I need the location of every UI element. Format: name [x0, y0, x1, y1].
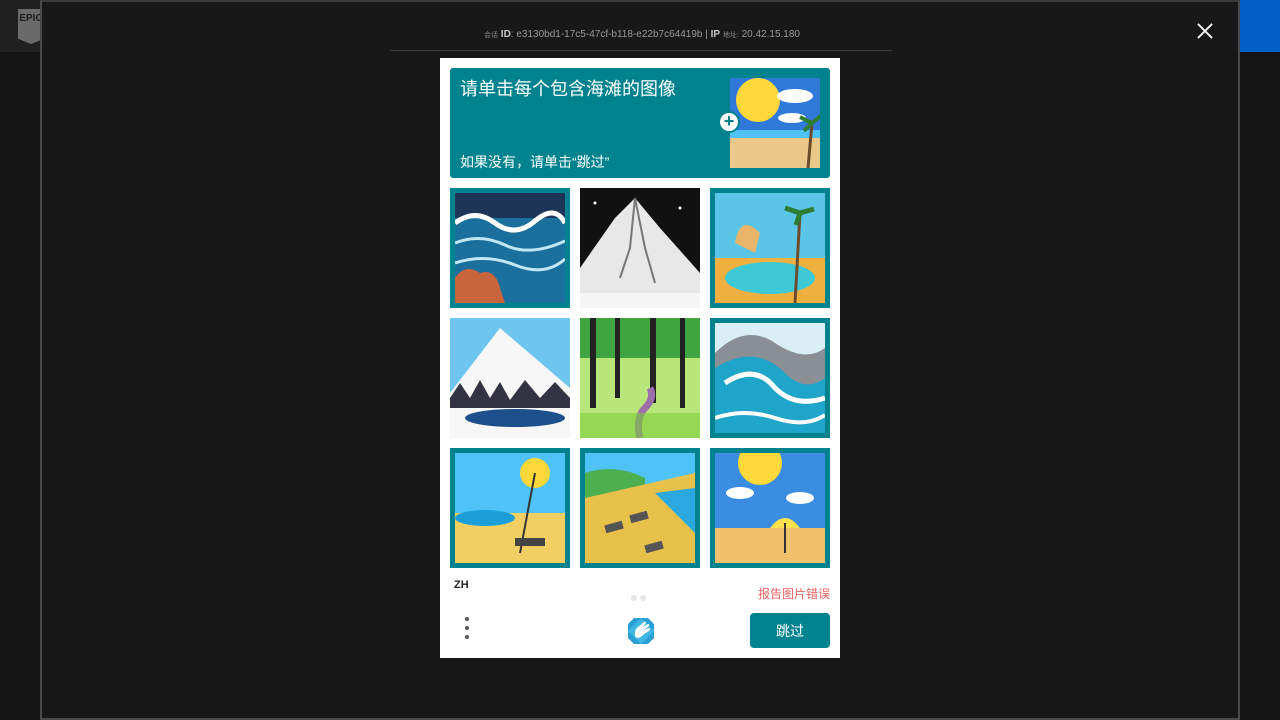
- report-image-link[interactable]: 报告图片错误: [758, 585, 830, 602]
- image-tile[interactable]: [450, 448, 570, 568]
- pagination-dots: [631, 588, 649, 606]
- image-grid: [450, 188, 830, 568]
- dot: [640, 595, 646, 601]
- ocean-wave-rocks-image: [455, 193, 565, 303]
- plus-icon: +: [718, 111, 740, 133]
- image-tile[interactable]: [710, 318, 830, 438]
- beach-sun-umbrella-image: [715, 453, 825, 563]
- ip-prefix: 地址:: [722, 32, 739, 39]
- image-tile[interactable]: [450, 318, 570, 438]
- more-menu-icon[interactable]: [462, 617, 472, 645]
- image-tile[interactable]: [710, 188, 830, 308]
- challenge-title: 请单击每个包含海滩的图像: [460, 79, 676, 99]
- tropical-pool-image: [715, 193, 825, 303]
- snow-mountain-bw-image: [580, 188, 700, 308]
- ip-label: IP: [710, 29, 721, 40]
- beach-chairs-image: [585, 453, 695, 563]
- image-tile[interactable]: [710, 448, 830, 568]
- captcha-card: 请单击每个包含海滩的图像 如果没有，请单击“跳过” + ZH 报告图片错误 跳过: [440, 58, 840, 658]
- dot: [631, 595, 637, 601]
- image-tile[interactable]: [450, 188, 570, 308]
- session-info: 会话 ID: e3130bd1-17c5-47cf-b118-e22b7c644…: [484, 29, 800, 40]
- session-id-label: ID: [500, 29, 511, 40]
- skip-button[interactable]: 跳过: [750, 613, 830, 648]
- challenge-prompt: 请单击每个包含海滩的图像 如果没有，请单击“跳过” +: [450, 68, 830, 178]
- big-wave-image: [715, 323, 825, 433]
- challenge-subtitle: 如果没有，请单击“跳过”: [460, 154, 610, 170]
- language-selector[interactable]: ZH: [454, 579, 469, 591]
- hcaptcha-hand-icon[interactable]: [624, 614, 658, 648]
- sunny-beach-umbrella-image: [455, 453, 565, 563]
- sign-in-button-partial: [1236, 0, 1280, 52]
- session-separator: |: [705, 29, 708, 40]
- snow-mountain-lake-image: [450, 318, 570, 438]
- image-tile[interactable]: [580, 318, 700, 438]
- forest-path-image: [580, 318, 700, 438]
- divider: [390, 50, 892, 51]
- image-tile[interactable]: [580, 188, 700, 308]
- session-id-value: e3130bd1-17c5-47cf-b118-e22b7c64419b: [516, 29, 703, 40]
- ip-value: 20.42.15.180: [741, 29, 800, 40]
- session-id-prefix: 会话: [484, 32, 499, 39]
- close-icon[interactable]: [1194, 20, 1216, 42]
- image-tile[interactable]: [580, 448, 700, 568]
- example-beach-image: [730, 78, 820, 168]
